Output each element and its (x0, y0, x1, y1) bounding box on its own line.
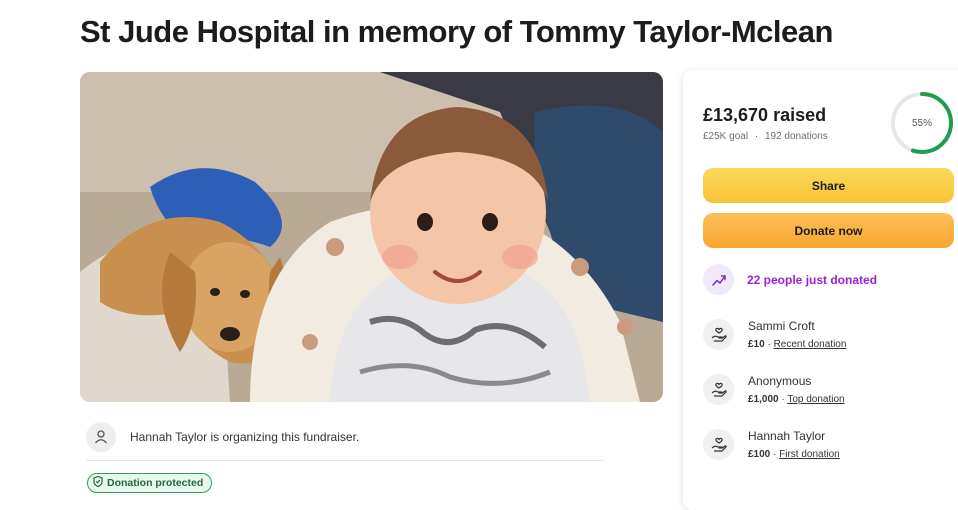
donor-name: Sammi Croft (748, 319, 815, 333)
donation-count: 192 donations (764, 131, 828, 142)
donor-amount: £1,000 (748, 394, 779, 405)
donation-hand-icon (703, 429, 734, 460)
donor-name: Hannah Taylor (748, 429, 826, 443)
fundraiser-photo (80, 72, 663, 402)
progress-ring: 55% (889, 90, 955, 156)
organizer-row: Hannah Taylor is organizing this fundrai… (86, 414, 604, 461)
donor-amount: £100 (748, 449, 771, 460)
donor-tag-link[interactable]: First donation (779, 449, 840, 460)
progress-label: 55% (911, 117, 932, 129)
donor-detail: £100 · First donation (748, 449, 840, 460)
trending-up-icon (703, 264, 734, 295)
badge-label: Donation protected (107, 477, 204, 489)
donor-amount: £10 (748, 339, 765, 350)
donor-item: Sammi Croft £10 · Recent donation (703, 317, 846, 350)
share-button[interactable]: Share (703, 168, 954, 203)
donation-hand-icon (703, 319, 734, 350)
donation-protected-badge[interactable]: Donation protected (87, 473, 213, 493)
organizer-text: Hannah Taylor is organizing this fundrai… (130, 430, 360, 444)
donor-item: Hannah Taylor £100 · First donation (703, 427, 840, 460)
donor-tag-link[interactable]: Top donation (787, 394, 844, 405)
donation-sidebar: £13,670 raised £25K goal · 192 donations… (683, 70, 958, 510)
page-title: St Jude Hospital in memory of Tommy Tayl… (80, 14, 833, 49)
donate-now-button[interactable]: Donate now (703, 213, 954, 248)
amount-raised: £13,670 raised (703, 105, 827, 125)
donor-item: Anonymous £1,000 · Top donation (703, 372, 845, 405)
donation-hand-icon (703, 374, 734, 405)
donor-tag-link[interactable]: Recent donation (774, 339, 847, 350)
donor-name: Anonymous (748, 374, 812, 388)
recent-donations-banner: 22 people just donated (703, 264, 877, 295)
goal-summary: £25K goal · 192 donations (703, 131, 828, 142)
donor-detail: £1,000 · Top donation (748, 394, 845, 405)
person-icon (86, 422, 116, 452)
donor-detail: £10 · Recent donation (748, 339, 847, 350)
goal-amount: £25K goal (703, 131, 749, 142)
meta-separator: · (754, 131, 759, 142)
recent-donations-text: 22 people just donated (747, 272, 878, 287)
